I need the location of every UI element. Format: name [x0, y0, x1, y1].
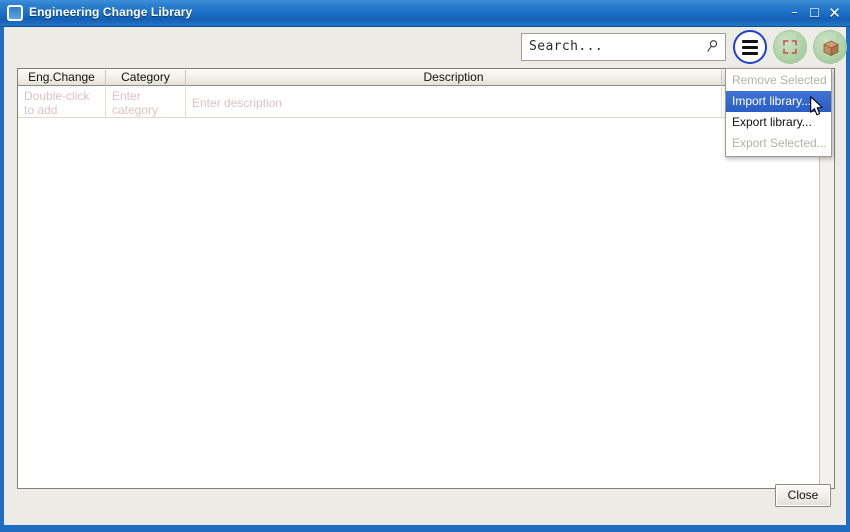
cell-eng-change[interactable]: Double-click to add	[18, 86, 106, 118]
marquee-select-icon	[783, 40, 797, 54]
close-button[interactable]: Close	[775, 484, 831, 507]
menu-item-remove-selected: Remove Selected	[732, 73, 827, 87]
table-header-row: Eng.Change Category Description SFN	[18, 69, 834, 86]
menu-item-export-selected: Export Selected...	[732, 136, 827, 150]
close-window-button[interactable]: ✕	[826, 4, 843, 22]
window-client-area: Search... Eng.Change Category Descriptio…	[4, 27, 847, 525]
column-header-eng-change-label: Eng.Change	[28, 70, 95, 84]
engineering-change-library-window: Engineering Change Library – ☐ ✕ Search.…	[0, 0, 850, 532]
hamburger-bar-3	[742, 52, 758, 55]
minimize-button[interactable]: –	[786, 4, 803, 22]
search-input[interactable]: Search...	[521, 33, 726, 61]
menu-item-import-library[interactable]: Import library...	[726, 91, 831, 112]
box-package-button[interactable]	[813, 30, 847, 64]
window-app-icon	[7, 5, 23, 21]
hamburger-bar-2	[742, 46, 758, 49]
cell-description[interactable]: Enter description	[186, 86, 722, 118]
engineering-change-table: Eng.Change Category Description SFN Doub…	[17, 68, 835, 489]
search-icon	[707, 40, 718, 52]
menu-item-export-library[interactable]: Export library...	[726, 112, 831, 133]
column-header-category[interactable]: Category	[106, 70, 186, 86]
search-input-value: Search...	[529, 39, 604, 54]
window-titlebar[interactable]: Engineering Change Library – ☐ ✕	[0, 0, 850, 27]
hamburger-menu-button[interactable]	[733, 30, 767, 64]
column-header-category-label: Category	[121, 70, 170, 84]
table-row-add-placeholder[interactable]: Double-click to add Enter category Enter…	[18, 86, 834, 118]
marquee-select-button[interactable]	[773, 30, 807, 64]
library-dropdown-menu: Remove Selected Import library... Export…	[725, 68, 832, 157]
column-header-description[interactable]: Description	[186, 70, 722, 86]
toolbar: Search...	[4, 27, 847, 70]
column-header-eng-change[interactable]: Eng.Change	[18, 70, 106, 86]
box-package-icon	[823, 40, 839, 56]
window-title: Engineering Change Library	[29, 5, 193, 19]
column-header-description-label: Description	[423, 70, 484, 84]
hamburger-menu-icon	[742, 40, 758, 43]
cell-category[interactable]: Enter category	[106, 86, 186, 118]
maximize-button[interactable]: ☐	[806, 4, 823, 22]
